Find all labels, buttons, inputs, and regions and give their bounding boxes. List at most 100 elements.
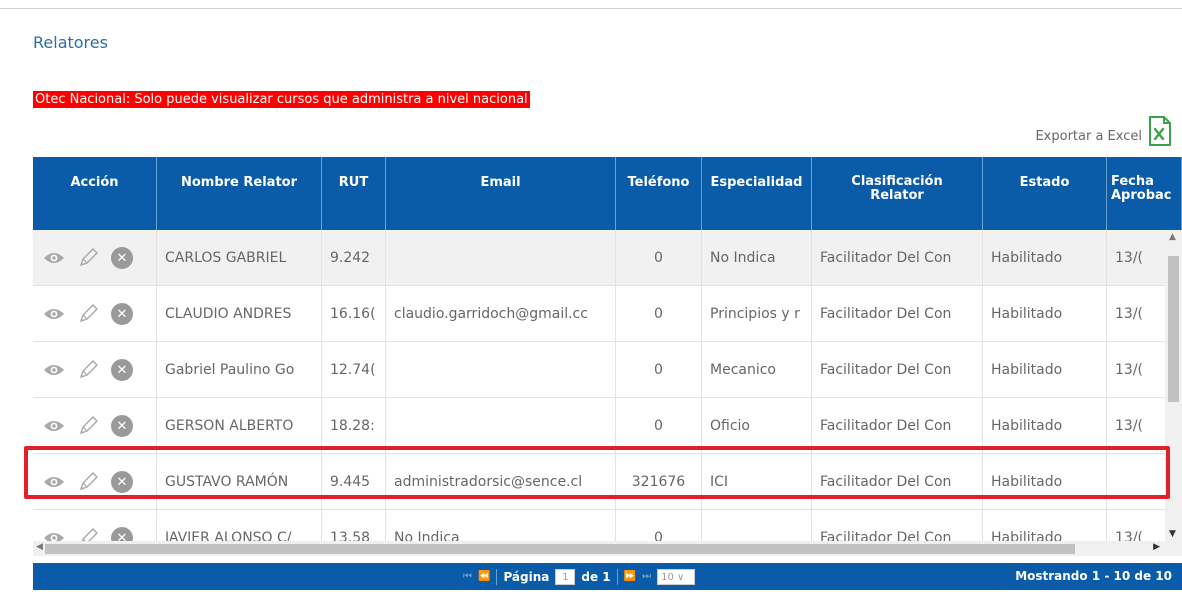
page-number-input[interactable]: 1 [555,568,576,585]
top-divider [0,8,1182,9]
scroll-left-icon[interactable]: ◀ [36,542,43,552]
cell-especialidad: Oficio [702,398,812,454]
cell-email [386,398,616,454]
page-count: de 1 [581,569,611,584]
cell-nombre: CARLOS GABRIEL [157,230,322,286]
delete-icon[interactable]: ✕ [111,527,133,541]
cell-email [386,342,616,398]
cell-telefono: 0 [616,286,702,342]
col-header-especialidad[interactable]: Especialidad [702,157,812,230]
cell-nombre: CLAUDIO ANDRES [157,286,322,342]
table-row[interactable]: ✕ GUSTAVO RAMÓN 9.445 administradorsic@senc… [33,454,1182,510]
pager-separator [496,568,498,585]
cell-rut: 9.445 [322,454,386,510]
row-actions: ✕ [33,286,157,342]
row-actions: ✕ [33,230,157,286]
cell-nombre: JAVIER ALONSO C/ [157,510,322,541]
cell-email: No Indica [386,510,616,541]
col-header-nombre[interactable]: Nombre Relator [157,157,322,230]
col-header-rut[interactable]: RUT [322,157,386,230]
edit-pencil-icon[interactable] [77,359,99,381]
delete-icon[interactable]: ✕ [111,471,133,493]
cell-rut: 9.242 [322,230,386,286]
view-icon[interactable] [43,531,65,541]
cell-email [386,230,616,286]
cell-nombre: GUSTAVO RAMÓN [157,454,322,510]
next-page-icon[interactable]: ⏩ [624,571,636,582]
edit-pencil-icon[interactable] [77,247,99,269]
cell-rut: 13.58 [322,510,386,541]
vertical-scrollbar[interactable]: ▲ ▼ [1165,230,1182,541]
cell-clasificacion: Facilitador Del Con [812,510,983,541]
view-icon[interactable] [43,419,65,433]
col-header-estado[interactable]: Estado [983,157,1107,230]
cell-telefono: 321676 [616,454,702,510]
grid-header: Acción Nombre Relator RUT Email Teléfono… [33,157,1182,230]
col-header-email[interactable]: Email [386,157,616,230]
cell-estado: Habilitado [983,342,1107,398]
table-row[interactable]: ✕ Gabriel Paulino Go 12.74(0 Mecanico Facili… [33,342,1182,398]
delete-icon[interactable]: ✕ [111,303,133,325]
page-size-value: 10 [661,571,674,583]
cell-estado: Habilitado [983,454,1107,510]
page-label: Página [503,569,550,584]
table-row[interactable]: ✕ GERSON ALBERTO 18.28: 0 Oficio Facilitador … [33,398,1182,454]
pager-separator [616,568,618,585]
col-header-accion[interactable]: Acción [33,157,157,230]
edit-pencil-icon[interactable] [77,415,99,437]
cell-rut: 18.28: [322,398,386,454]
export-excel[interactable]: Exportar a Excel [1035,116,1172,146]
edit-pencil-icon[interactable] [77,303,99,325]
row-actions: ✕ [33,398,157,454]
horizontal-scroll-thumb[interactable] [45,544,1075,554]
page-title[interactable]: Relatores [33,33,108,52]
cell-email: claudio.garridoch@gmail.cc [386,286,616,342]
cell-rut: 16.16( [322,286,386,342]
cell-especialidad [702,510,812,541]
cell-estado: Habilitado [983,286,1107,342]
view-icon[interactable] [43,475,65,489]
cell-especialidad: Mecanico [702,342,812,398]
page-size-select[interactable]: 10 ∨ [657,568,696,585]
table-row[interactable]: ✕ CARLOS GABRIEL 9.242 0 No Indica Facilitad… [33,230,1182,286]
scroll-up-icon[interactable]: ▲ [1169,232,1176,242]
col-header-telefono[interactable]: Teléfono [616,157,702,230]
col-header-clasificacion[interactable]: Clasificación Relator [812,157,983,230]
grid-body: ✕ CARLOS GABRIEL 9.242 0 No Indica Facilitad… [33,230,1182,541]
national-otec-warning: Otec Nacional: Solo puede visualizar cur… [33,91,530,108]
records-info: Mostrando 1 - 10 de 10 [1015,569,1172,583]
scroll-down-icon[interactable]: ▼ [1169,529,1176,539]
prev-page-icon[interactable]: ⏪ [478,571,490,582]
last-page-icon[interactable]: ⏭ [642,571,651,582]
export-excel-label[interactable]: Exportar a Excel [1035,129,1142,144]
view-icon[interactable] [43,251,65,265]
table-row[interactable]: ✕ JAVIER ALONSO C/13.58 No Indica 0 Facilita… [33,510,1182,541]
col-header-fecha[interactable]: Fecha Aprobac [1107,157,1182,230]
cell-estado: Habilitado [983,398,1107,454]
first-page-icon[interactable]: ⏮ [463,571,472,582]
cell-rut: 12.74( [322,342,386,398]
delete-icon[interactable]: ✕ [111,247,133,269]
cell-telefono: 0 [616,510,702,541]
delete-icon[interactable]: ✕ [111,359,133,381]
view-icon[interactable] [43,307,65,321]
cell-telefono: 0 [616,230,702,286]
relatores-grid: Acción Nombre Relator RUT Email Teléfono… [33,157,1182,556]
cell-clasificacion: Facilitador Del Con [812,398,983,454]
cell-email: administradorsic@sence.cl [386,454,616,510]
row-actions: ✕ [33,342,157,398]
horizontal-scrollbar[interactable]: ◀ ▶ [33,541,1182,556]
row-actions: ✕ [33,510,157,541]
scroll-right-icon[interactable]: ▶ [1153,542,1160,552]
table-row[interactable]: ✕ CLAUDIO ANDRES 16.16(claudio.garridoch@g… [33,286,1182,342]
edit-pencil-icon[interactable] [77,471,99,493]
cell-nombre: GERSON ALBERTO [157,398,322,454]
view-icon[interactable] [43,363,65,377]
cell-clasificacion: Facilitador Del Con [812,454,983,510]
vertical-scroll-thumb[interactable] [1168,256,1179,402]
excel-icon[interactable] [1148,116,1172,146]
cell-telefono: 0 [616,342,702,398]
cell-nombre: Gabriel Paulino Go [157,342,322,398]
delete-icon[interactable]: ✕ [111,415,133,437]
edit-pencil-icon[interactable] [77,527,99,541]
